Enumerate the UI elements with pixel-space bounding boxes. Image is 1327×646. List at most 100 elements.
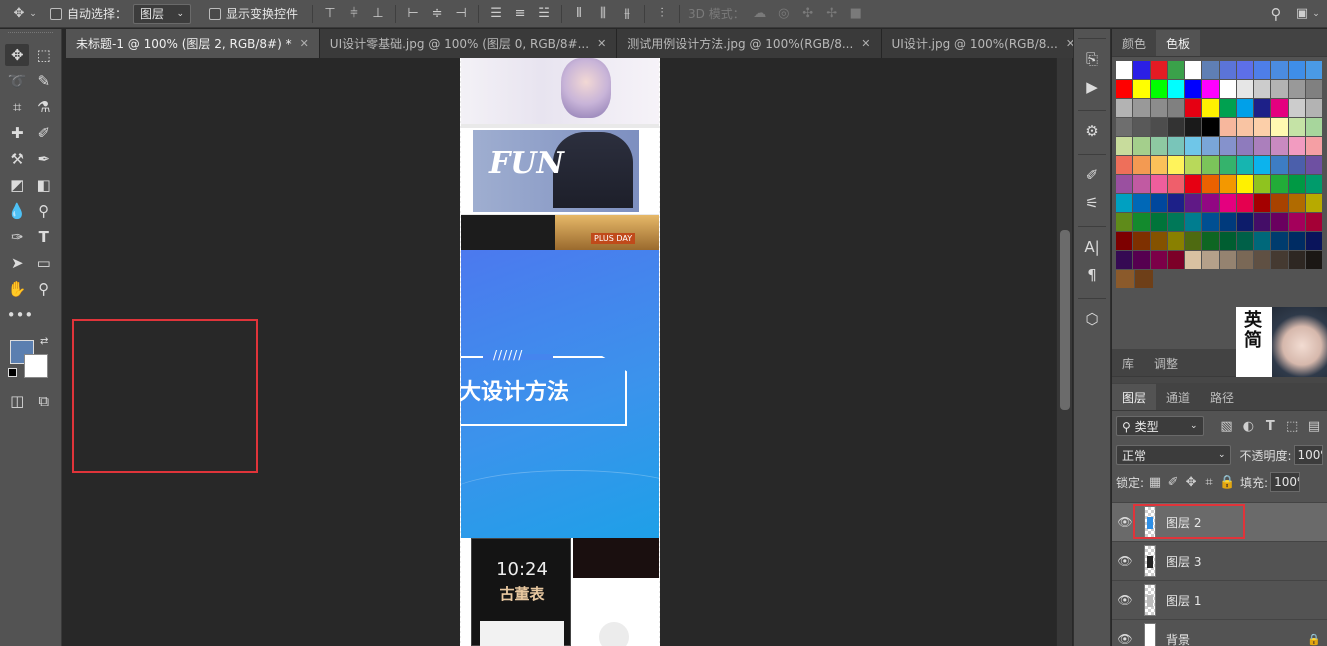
color-swatch[interactable] [1116,137,1133,155]
document-canvas[interactable]: FUN PLUS DAY ////// 大设计方法 10:24 古董表 [460,58,660,646]
color-swatch[interactable] [1271,232,1288,250]
color-swatch[interactable] [1288,194,1305,212]
orbit-3d-icon[interactable]: ☁ [751,4,769,24]
layer-row[interactable]: 👁 图层 1 [1112,580,1327,619]
align-bottom-icon[interactable]: ⊥ [369,4,387,24]
color-swatch[interactable] [1150,61,1167,79]
color-swatch[interactable] [1202,251,1219,269]
eye-icon[interactable]: 👁 [1112,554,1138,568]
character-icon[interactable]: A| [1074,233,1110,261]
color-swatch[interactable] [1202,156,1219,174]
quick-mask-icon[interactable]: ◫ [5,390,29,412]
tab-document[interactable]: 未标题-1 @ 100% (图层 2, RGB/8#) * ✕ [66,29,320,58]
paragraph-icon[interactable]: ¶ [1074,261,1110,289]
color-swatch[interactable] [1133,251,1150,269]
color-swatch[interactable] [1150,251,1167,269]
color-swatch[interactable] [1288,61,1305,79]
gradient-tool-icon[interactable]: ◧ [32,174,56,196]
distribute-hcenter-icon[interactable]: ⫼ [594,4,612,24]
color-swatch[interactable] [1185,175,1202,193]
color-swatch[interactable] [1219,156,1236,174]
actions-play-icon[interactable]: ▶ [1074,73,1110,101]
close-icon[interactable]: ✕ [597,37,606,50]
color-swatch[interactable] [1150,156,1167,174]
color-swatch[interactable] [1288,118,1305,136]
filter-shape-icon[interactable]: ⬚ [1283,416,1301,436]
background-color[interactable] [24,354,48,378]
color-swatch[interactable] [1150,137,1167,155]
color-swatch[interactable] [1202,118,1219,136]
color-swatch[interactable] [1305,175,1322,193]
color-swatch[interactable] [1116,99,1133,117]
color-swatch[interactable] [1236,80,1253,98]
color-swatch[interactable] [1133,80,1150,98]
color-swatch[interactable] [1219,80,1236,98]
color-swatch[interactable] [1236,175,1253,193]
layer-name[interactable]: 图层 1 [1166,592,1201,609]
color-swatch[interactable] [1288,156,1305,174]
color-swatch[interactable] [1271,99,1288,117]
tab-document[interactable]: 测试用例设计方法.jpg @ 100%(RGB/8... ✕ [617,29,882,58]
lock-artboard-icon[interactable]: ⌗ [1200,472,1218,492]
history-brush-tool-icon[interactable]: ✒ [32,148,56,170]
tab-libraries[interactable]: 库 [1112,350,1144,376]
auto-select-dropdown[interactable]: 图层 ⌄ [133,3,192,24]
color-swatch[interactable] [1185,232,1202,250]
color-swatch[interactable] [1305,213,1322,231]
color-swatch[interactable] [1116,118,1133,136]
scrollbar-thumb[interactable] [1060,230,1070,410]
color-swatch[interactable] [1288,251,1305,269]
color-swatch[interactable] [1288,99,1305,117]
color-swatch[interactable] [1236,118,1253,136]
color-swatch[interactable] [1116,213,1133,231]
color-swatch[interactable] [1185,213,1202,231]
color-swatch[interactable] [1305,61,1322,79]
screen-mode-icon[interactable]: ⧉ [32,390,56,412]
roll-3d-icon[interactable]: ◎ [775,4,793,24]
color-swatch[interactable] [1202,61,1219,79]
tab-channels[interactable]: 通道 [1156,384,1200,410]
distribute-right-icon[interactable]: ⫵ [618,4,636,24]
color-swatch[interactable] [1133,99,1150,117]
tab-document[interactable]: UI设计.jpg @ 100%(RGB/8... ✕ [881,29,1087,58]
color-swatch[interactable] [1133,118,1150,136]
color-swatch[interactable] [1305,118,1322,136]
color-swatch[interactable] [1254,232,1271,250]
color-swatch[interactable] [1288,213,1305,231]
color-swatch[interactable] [1133,232,1150,250]
chevron-down-icon[interactable]: ⌄ [28,4,38,24]
color-swatch[interactable] [1288,232,1305,250]
hand-tool-icon[interactable]: ✋ [5,278,29,300]
lock-pixels-icon[interactable]: ✐ [1164,472,1182,492]
color-swatch[interactable] [1236,194,1253,212]
search-icon[interactable]: ⚲ [1267,4,1285,24]
color-swatch[interactable] [1135,270,1153,288]
color-swatch[interactable] [1116,156,1133,174]
eraser-tool-icon[interactable]: ◩ [5,174,29,196]
color-swatch[interactable] [1254,156,1271,174]
move-tool-icon[interactable]: ✥ [5,44,30,66]
marquee-tool-icon[interactable]: ⬚ [32,44,56,66]
color-swatch[interactable] [1305,156,1322,174]
color-swatch[interactable] [1236,137,1253,155]
color-swatch[interactable] [1202,232,1219,250]
color-swatch[interactable] [1133,61,1150,79]
pen-tool-icon[interactable]: ✑ [5,226,29,248]
color-swatch[interactable] [1271,80,1288,98]
color-swatch[interactable] [1133,137,1150,155]
color-swatch[interactable] [1185,137,1202,155]
filter-pixel-icon[interactable]: ▧ [1218,416,1236,436]
color-swatch[interactable] [1236,213,1253,231]
align-hcenter-icon[interactable]: ≑ [428,4,446,24]
color-swatch[interactable] [1167,80,1184,98]
color-swatch[interactable] [1116,175,1133,193]
distribute-bottom-icon[interactable]: ☱ [535,4,553,24]
tab-swatches[interactable]: 色板 [1156,30,1201,56]
color-swatch[interactable] [1254,118,1271,136]
color-swatch[interactable] [1150,118,1167,136]
path-select-tool-icon[interactable]: ➤ [5,252,29,274]
close-icon[interactable]: ✕ [300,37,309,50]
tab-document[interactable]: UI设计零基础.jpg @ 100% (图层 0, RGB/8#... ✕ [319,29,618,58]
color-swatch[interactable] [1219,251,1236,269]
color-swatch[interactable] [1236,99,1253,117]
